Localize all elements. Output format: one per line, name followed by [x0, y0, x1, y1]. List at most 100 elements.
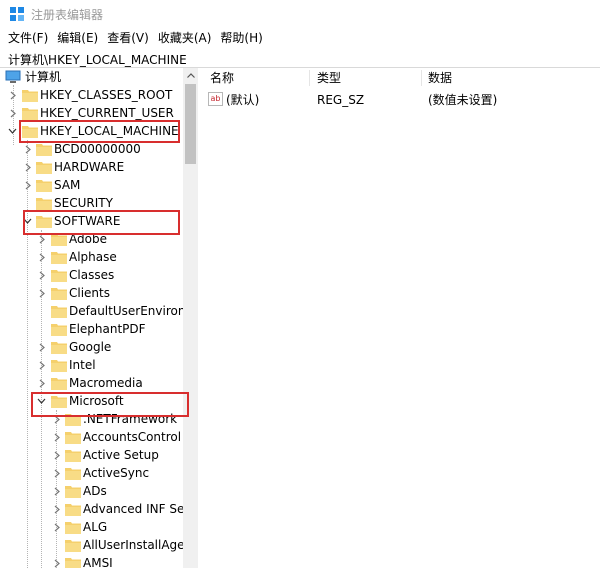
menu-view[interactable]: 查看(V) [98, 28, 149, 48]
menu-edit[interactable]: 编辑(E) [48, 28, 98, 48]
tree-item-label: AccountsControl [83, 430, 182, 444]
tree-item-google[interactable]: Google [0, 338, 183, 356]
scroll-up-arrow-icon[interactable] [183, 68, 198, 83]
regedit-app-icon [10, 7, 24, 21]
column-divider[interactable] [421, 70, 422, 86]
folder-icon [36, 144, 52, 156]
folder-icon [51, 342, 67, 354]
tree-item-macromedia[interactable]: Macromedia [0, 374, 183, 392]
tree-item-elephantpdf[interactable]: ElephantPDF [0, 320, 183, 338]
folder-icon [51, 252, 67, 264]
menu-favorites[interactable]: 收藏夹(A) [149, 28, 212, 48]
string-value-icon: ab [208, 92, 223, 106]
tree-item-accountscontrol[interactable]: AccountsControl [0, 428, 183, 446]
folder-icon [65, 432, 81, 444]
chevron-right-icon[interactable] [23, 144, 33, 154]
chevron-right-icon[interactable] [52, 522, 62, 532]
column-header-type[interactable]: 类型 [317, 68, 341, 88]
tree-item-activesync[interactable]: ActiveSync [0, 464, 183, 482]
menu-file[interactable]: 文件(F) [0, 28, 48, 48]
folder-icon [65, 522, 81, 534]
tree-item-label: Advanced INF Setu [83, 502, 183, 516]
chevron-right-icon[interactable] [37, 342, 47, 352]
menu-help[interactable]: 帮助(H) [211, 28, 262, 48]
folder-icon [51, 378, 67, 390]
chevron-right-icon[interactable] [37, 234, 47, 244]
chevron-right-icon[interactable] [52, 432, 62, 442]
tree-item-label: Macromedia [69, 376, 143, 390]
tree-item-amsi[interactable]: AMSI [0, 554, 183, 568]
tree-item-alluserinstallagent[interactable]: AllUserInstallAgent [0, 536, 183, 554]
chevron-right-icon[interactable] [8, 90, 18, 100]
tree-item-label: SAM [54, 178, 81, 192]
tree-item-label: ElephantPDF [69, 322, 146, 336]
chevron-right-icon[interactable] [52, 558, 62, 568]
tree-item-classes[interactable]: Classes [0, 266, 183, 284]
tree-item-defaultuserenvironment[interactable]: DefaultUserEnvironme [0, 302, 183, 320]
tree-item-alphase[interactable]: Alphase [0, 248, 183, 266]
tree-item-label: HKEY_CLASSES_ROOT [40, 88, 173, 102]
folder-icon [51, 324, 67, 336]
tree-item-sam[interactable]: SAM [0, 176, 183, 194]
title-bar: 注册表编辑器 [0, 0, 600, 28]
chevron-right-icon[interactable] [37, 288, 47, 298]
tree-item-label: ADs [83, 484, 107, 498]
chevron-right-icon[interactable] [23, 162, 33, 172]
tree-item-advanced-inf-setup[interactable]: Advanced INF Setu [0, 500, 183, 518]
chevron-right-icon[interactable] [52, 486, 62, 496]
tree-item-intel[interactable]: Intel [0, 356, 183, 374]
computer-icon [5, 70, 21, 83]
folder-icon [65, 486, 81, 498]
tree-item-label: Clients [69, 286, 110, 300]
folder-icon [51, 270, 67, 282]
address-path: 计算机\HKEY_LOCAL_MACHINE [8, 53, 187, 67]
tree-item-clients[interactable]: Clients [0, 284, 183, 302]
folder-icon [36, 198, 52, 210]
chevron-right-icon[interactable] [37, 360, 47, 370]
tree-item-label: Active Setup [83, 448, 159, 462]
address-bar[interactable]: 计算机\HKEY_LOCAL_MACHINE [0, 48, 600, 68]
tree-item-alg[interactable]: ALG [0, 518, 183, 536]
value-data: (数值未设置) [428, 93, 498, 107]
folder-icon [51, 360, 67, 372]
folder-icon [65, 450, 81, 462]
tree-item-label: DefaultUserEnvironme [69, 304, 183, 318]
chevron-right-icon[interactable] [37, 378, 47, 388]
folder-icon [36, 162, 52, 174]
tree-item-ads[interactable]: ADs [0, 482, 183, 500]
tree-item-label: Alphase [69, 250, 117, 264]
tree-item-label: HARDWARE [54, 160, 125, 174]
folder-icon [22, 108, 38, 120]
folder-icon [65, 504, 81, 516]
tree-item-label: Classes [69, 268, 115, 282]
tree-item-active-setup[interactable]: Active Setup [0, 446, 183, 464]
folder-icon [36, 180, 52, 192]
chevron-right-icon[interactable] [52, 468, 62, 478]
highlight-box-microsoft [31, 392, 189, 417]
chevron-right-icon[interactable] [37, 270, 47, 280]
highlight-box-hklm [19, 120, 180, 143]
tree-item-computer[interactable]: 计算机 [0, 68, 183, 86]
chevron-down-icon[interactable] [7, 126, 17, 136]
tree-item-label: 计算机 [25, 70, 62, 84]
chevron-right-icon[interactable] [23, 180, 33, 190]
chevron-right-icon[interactable] [52, 504, 62, 514]
tree-item-label: Intel [69, 358, 96, 372]
chevron-right-icon[interactable] [52, 450, 62, 460]
tree-item-hardware[interactable]: HARDWARE [0, 158, 183, 176]
tree-item-hkey-classes-root[interactable]: HKEY_CLASSES_ROOT [0, 86, 183, 104]
value-name: (默认) [226, 93, 260, 107]
chevron-right-icon[interactable] [8, 108, 18, 118]
scrollbar-thumb[interactable] [185, 84, 196, 164]
folder-icon [65, 558, 81, 568]
registry-tree[interactable]: 计算机 HKEY_CLASSES_ROOT HKEY_CURRENT_USER … [0, 68, 198, 568]
tree-item-label: AllUserInstallAgent [83, 538, 183, 552]
folder-icon [51, 288, 67, 300]
window-title: 注册表编辑器 [31, 8, 104, 22]
chevron-right-icon[interactable] [37, 252, 47, 262]
column-header-name[interactable]: 名称 [210, 68, 234, 88]
column-divider[interactable] [309, 70, 310, 86]
column-header-data[interactable]: 数据 [428, 68, 452, 88]
folder-icon [65, 468, 81, 480]
tree-item-label: AMSI [83, 556, 113, 568]
